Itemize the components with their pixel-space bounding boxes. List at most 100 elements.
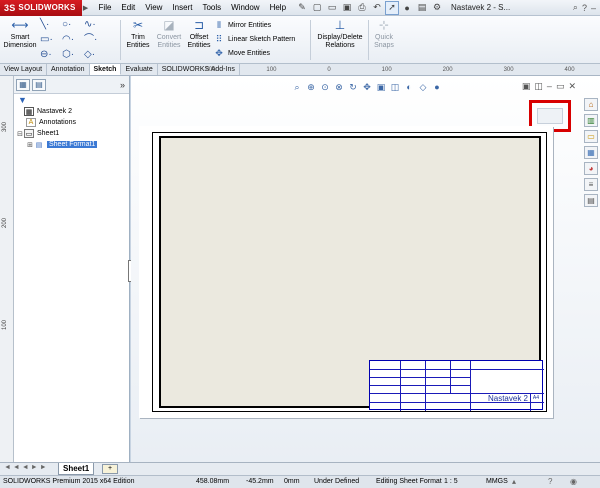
solidworks-forum-icon[interactable]: ▤ xyxy=(584,194,598,207)
solidworks-logo[interactable]: 3S SOLIDWORKS xyxy=(0,0,82,16)
title-block[interactable]: Nastavek 2 A4 xyxy=(369,360,544,411)
point-icon[interactable]: ◇· xyxy=(84,49,106,61)
circle-icon[interactable]: ○· xyxy=(62,19,84,31)
tree-node-annotations[interactable]: A Annotations xyxy=(16,117,129,128)
status-editing: Editing Sheet Format xyxy=(376,478,442,485)
help-icon[interactable]: ? xyxy=(548,476,552,488)
rebuild-icon[interactable]: ● xyxy=(400,1,414,15)
drawing-sheet[interactable]: Nastavek 2 A4 xyxy=(139,126,553,418)
section-view-icon[interactable]: ◫ xyxy=(389,81,401,93)
save-icon[interactable]: ▣ xyxy=(340,1,354,15)
help-icon[interactable]: ? xyxy=(582,3,587,13)
menu-tools[interactable]: Tools xyxy=(197,0,226,16)
expand-icon[interactable]: ⊞ xyxy=(26,141,34,149)
menu-help[interactable]: Help xyxy=(265,0,291,16)
display-style-icon[interactable]: ◇ xyxy=(417,81,429,93)
slot-icon[interactable]: ⊖· xyxy=(40,49,62,61)
polygon-icon[interactable]: ⬡· xyxy=(62,49,84,61)
close-icon[interactable]: ✕ xyxy=(568,81,576,92)
tree-node-sheet-format[interactable]: ⊞ ▤ Sheet Format1 xyxy=(16,139,129,150)
tree-node-drawing[interactable]: ▦ Nastavek 2 xyxy=(16,106,129,117)
select-icon[interactable]: ➚ xyxy=(385,0,400,15)
view-palette-icon[interactable]: ▦ xyxy=(584,146,598,159)
status-defined: Under Defined xyxy=(314,478,360,485)
menu-view[interactable]: View xyxy=(140,0,167,16)
tree-node-sheet[interactable]: ⊟ ▭ Sheet1 xyxy=(16,128,129,139)
add-sheet-icon[interactable]: + xyxy=(102,464,118,474)
trim-entities-button[interactable]: ✂ Trim Entities xyxy=(124,18,152,50)
pin-icon[interactable]: ✎ xyxy=(295,1,309,15)
redraw-icon[interactable]: ↻ xyxy=(347,81,359,93)
restore-icon[interactable]: ◫ xyxy=(534,81,543,92)
ruler-tick: 200 xyxy=(2,217,8,228)
custom-properties-icon[interactable]: ≡ xyxy=(584,178,598,191)
move-entities-button[interactable]: ✥ Move Entities xyxy=(214,48,270,59)
print-icon[interactable]: ⎙ xyxy=(355,1,369,15)
status-scale[interactable]: 1 : 5 xyxy=(444,476,458,488)
graphics-area[interactable]: ⌕ ⊕ ⊙ ⊗ ↻ ✥ ▣ ◫ ◐ ◇ ● ▣ ◫ – ▭ ✕ ⌂ ▥ ▭ ▦ … xyxy=(131,76,600,462)
open-icon[interactable]: ▭ xyxy=(325,1,339,15)
line-icon[interactable]: ╲· xyxy=(40,19,62,31)
units-dropdown-icon[interactable]: ▴ xyxy=(512,476,516,488)
maximize-icon[interactable]: ▭ xyxy=(556,81,565,92)
feature-manager-tab-icon[interactable]: ▦ xyxy=(16,78,30,91)
tab-sketch[interactable]: Sketch xyxy=(89,64,122,75)
mirror-entities-button[interactable]: ⫴ Mirror Entities xyxy=(214,20,271,31)
new-icon[interactable]: ▢ xyxy=(310,1,324,15)
quick-snaps-button[interactable]: ⊹ Quick Snaps xyxy=(372,18,396,50)
linear-pattern-icon: ⠿ xyxy=(215,34,223,44)
arc-icon[interactable]: ◠· xyxy=(62,34,84,46)
zoom-in-out-icon[interactable]: ⊙ xyxy=(319,81,331,93)
hide-show-icon[interactable]: ◐ xyxy=(403,81,415,93)
search-icon[interactable]: ⌕ xyxy=(573,2,578,13)
ds-logo-icon: 3S xyxy=(4,2,16,13)
tile-icon[interactable]: ▣ xyxy=(522,81,531,92)
zoom-selection-icon[interactable]: ⊗ xyxy=(333,81,345,93)
design-library-icon[interactable]: ▥ xyxy=(584,114,598,127)
property-manager-tab-icon[interactable]: ▤ xyxy=(32,78,46,91)
file-properties-icon[interactable]: ▤ xyxy=(415,1,429,15)
status-units[interactable]: MMGS xyxy=(486,476,508,488)
tab-view-layout[interactable]: View Layout xyxy=(0,64,48,75)
rectangle-icon[interactable]: ▭· xyxy=(40,34,62,46)
undo-icon[interactable]: ↶ xyxy=(370,1,384,15)
appearances-icon[interactable]: ◕ xyxy=(584,162,598,175)
tab-sheet1[interactable]: Sheet1 xyxy=(58,463,95,475)
collapse-icon[interactable]: ⊟ xyxy=(16,130,24,138)
tab-evaluate[interactable]: Evaluate xyxy=(121,64,158,75)
menu-file[interactable]: File xyxy=(94,0,117,16)
separator xyxy=(120,20,121,60)
menu-insert[interactable]: Insert xyxy=(167,0,197,16)
tab-add-ins[interactable]: SOLIDWORKS Add-Ins xyxy=(158,64,240,75)
title-block-part-name: Nastavek 2 xyxy=(487,394,528,403)
menu-expand-icon[interactable]: ▶ xyxy=(82,4,90,12)
fillet-icon[interactable]: ⌒· xyxy=(84,34,106,46)
pan-icon[interactable]: ✥ xyxy=(361,81,373,93)
offset-entities-button[interactable]: ⊐ Offset Entities xyxy=(186,18,212,50)
appearance-icon[interactable]: ● xyxy=(431,81,443,93)
convert-entities-button[interactable]: ◪ Convert Entities xyxy=(154,18,184,50)
resources-icon[interactable]: ⌂ xyxy=(584,98,598,111)
filter-icon[interactable]: ▼ xyxy=(14,94,129,106)
previous-view-icon[interactable]: ▣ xyxy=(375,81,387,93)
minimize-icon[interactable]: – xyxy=(591,3,596,13)
spline-icon[interactable]: ∿· xyxy=(84,19,106,31)
minimize-icon[interactable]: – xyxy=(547,81,552,92)
display-delete-relations-button[interactable]: ⊥ Display/Delete Relations xyxy=(316,18,364,50)
menu-edit[interactable]: Edit xyxy=(116,0,140,16)
command-tabs: View Layout Annotation Sketch Evaluate S… xyxy=(0,64,600,76)
separator xyxy=(310,20,311,60)
file-explorer-icon[interactable]: ▭ xyxy=(584,130,598,143)
tab-annotation[interactable]: Annotation xyxy=(47,64,90,75)
offset-icon: ⊐ xyxy=(193,18,205,32)
linear-sketch-pattern-button[interactable]: ⠿ Linear Sketch Pattern xyxy=(214,34,296,45)
zoom-area-icon[interactable]: ⊕ xyxy=(305,81,317,93)
menu-window[interactable]: Window xyxy=(226,0,264,16)
zoom-to-fit-icon[interactable]: ⌕ xyxy=(291,81,303,93)
quick-tips-icon[interactable]: ◉ xyxy=(570,476,577,488)
sheet-navigation-arrows[interactable]: ◄◄◄►► xyxy=(4,464,49,471)
options-icon[interactable]: ⚙ xyxy=(430,1,444,15)
trim-icon: ✂ xyxy=(132,18,144,32)
smart-dimension-button[interactable]: ⟷ Smart Dimension xyxy=(3,18,37,50)
expand-panel-icon[interactable]: » xyxy=(120,80,125,90)
